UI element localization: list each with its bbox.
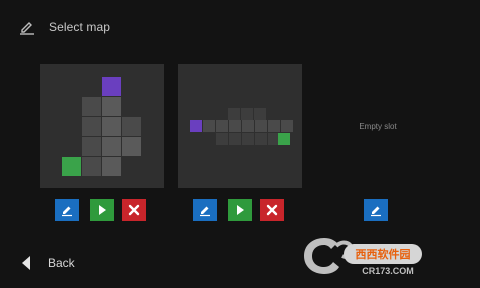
- back-triangle-icon: [22, 256, 30, 270]
- svg-text:西西软件园: 西西软件园: [356, 247, 411, 261]
- map-tile: [203, 120, 215, 132]
- map-tile: [281, 120, 293, 132]
- map-end-tile: [102, 77, 121, 96]
- map-tile: [122, 137, 141, 156]
- map-tile: [242, 120, 254, 132]
- slot-3-edit-button[interactable]: [364, 199, 388, 221]
- slot-2-play-button[interactable]: [228, 199, 252, 221]
- map-start-tile: [62, 157, 81, 176]
- watermark-logo: 西西软件园 CR173.COM: [304, 238, 422, 276]
- map-slot-1[interactable]: [40, 64, 164, 188]
- svg-text:CR173.COM: CR173.COM: [362, 266, 414, 276]
- map-tile: [216, 133, 228, 145]
- map-start-tile: [278, 133, 290, 145]
- map-slot-3[interactable]: Empty slot: [316, 64, 440, 188]
- slot-1-delete-button[interactable]: [122, 199, 146, 221]
- map-tile: [268, 120, 280, 132]
- slot-1-edit-button[interactable]: [55, 199, 79, 221]
- slot-2-edit-button[interactable]: [193, 199, 217, 221]
- map-tile: [102, 97, 121, 116]
- map-tile: [229, 120, 241, 132]
- map-tile: [216, 120, 228, 132]
- slot-2-delete-button[interactable]: [260, 199, 284, 221]
- close-icon: [266, 204, 278, 216]
- map-tile: [82, 137, 101, 156]
- map-tile: [228, 108, 240, 120]
- map-tile: [254, 108, 266, 120]
- map-tile: [102, 137, 121, 156]
- map-tile: [241, 108, 253, 120]
- edit-icon: [20, 22, 34, 35]
- map-tile: [102, 157, 121, 176]
- page-title: Select map: [49, 20, 111, 34]
- play-icon: [237, 205, 244, 215]
- map-slot-2[interactable]: [178, 64, 302, 188]
- map-tile: [242, 133, 254, 145]
- play-icon: [99, 205, 106, 215]
- map-tile: [82, 97, 101, 116]
- empty-slot-label: Empty slot: [359, 122, 397, 131]
- map-tile: [82, 157, 101, 176]
- map-end-tile: [190, 120, 202, 132]
- map-tile: [255, 133, 267, 145]
- map-tile: [102, 117, 121, 136]
- slot-1-play-button[interactable]: [90, 199, 114, 221]
- map-tile: [122, 117, 141, 136]
- edit-icon: [200, 206, 210, 217]
- map-tile: [229, 133, 241, 145]
- select-map-screen: Select map Empty slot Back 西西软件园 CR173.C…: [0, 0, 480, 288]
- close-icon: [128, 204, 140, 216]
- map-tile: [82, 117, 101, 136]
- edit-icon: [62, 206, 72, 217]
- map-tile: [255, 120, 267, 132]
- back-button[interactable]: Back: [20, 253, 75, 273]
- edit-icon: [371, 206, 381, 217]
- back-label: Back: [48, 256, 75, 270]
